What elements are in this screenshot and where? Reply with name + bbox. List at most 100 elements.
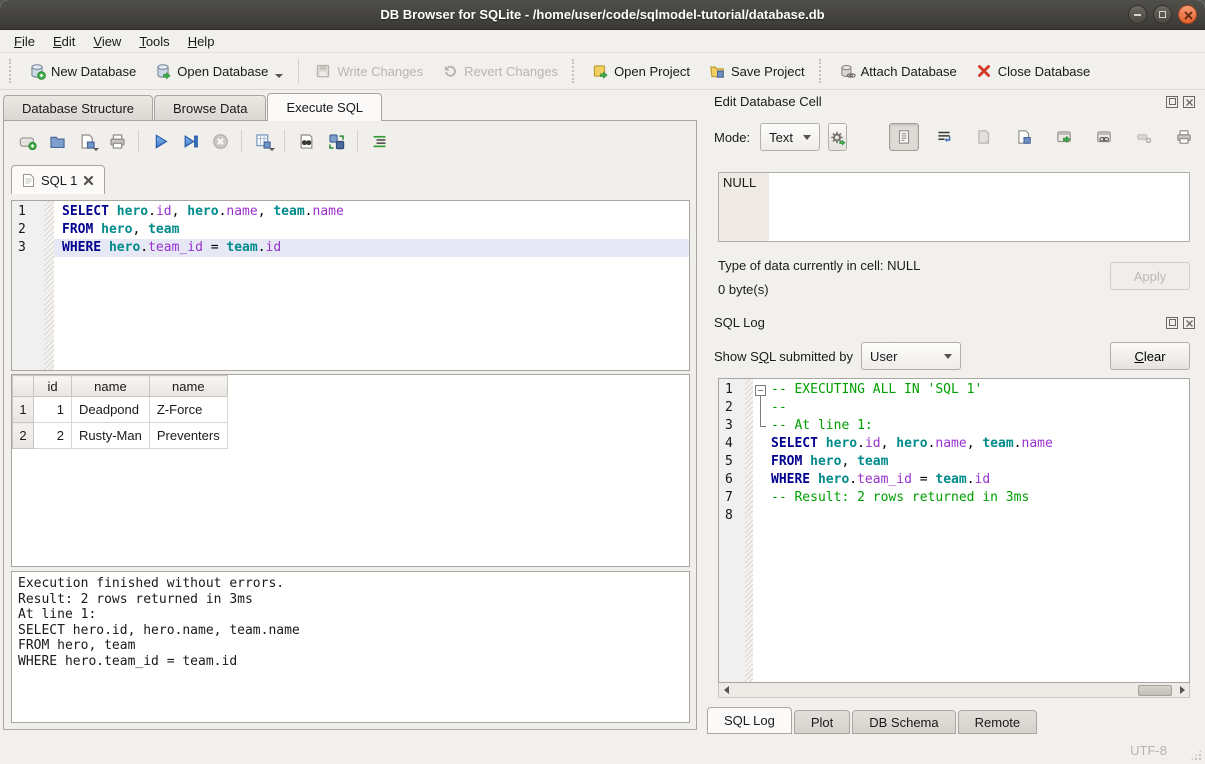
apply-button[interactable]: Apply [1110,262,1190,290]
execute-current-line-button[interactable] [177,129,203,153]
menu-tools[interactable]: Tools [131,32,177,51]
cell-editor[interactable]: NULL [718,172,1190,242]
copy-link-button[interactable] [1089,123,1119,151]
attach-database-label: Attach Database [861,64,957,79]
code-text: SELECT hero.id, hero.name, team.name [769,435,1189,453]
line-number: 1 [719,381,745,399]
write-changes-icon [314,62,332,80]
stop-sql-button[interactable] [207,129,233,153]
open-sql-tab-button[interactable] [14,129,40,153]
export-cell-data-button[interactable] [1009,123,1039,151]
scroll-right-arrow[interactable] [1175,684,1189,697]
scrollbar-thumb[interactable] [1138,685,1172,696]
open-sql-file-button[interactable] [44,129,70,153]
code-line: 1SELECT hero.id, hero.name, team.name [12,203,689,221]
tab-execute-sql[interactable]: Execute SQL [267,93,382,121]
float-dock-icon[interactable] [1166,96,1178,108]
execution-message[interactable]: Execution finished without errors. Resul… [11,571,690,723]
execute-sql-button[interactable] [147,129,173,153]
cell-team-name[interactable]: Preventers [149,423,227,449]
scroll-left-arrow[interactable] [719,684,733,697]
close-dock-icon[interactable] [1183,96,1195,108]
row-header[interactable]: 2 [13,423,34,449]
toolbar-separator [138,130,139,152]
auto-format-button[interactable] [366,129,392,153]
set-null-button[interactable] [1129,123,1159,151]
tab-database-structure[interactable]: Database Structure [3,95,153,121]
menu-help[interactable]: Help [180,32,223,51]
revert-changes-button[interactable]: Revert Changes [432,57,567,85]
attach-database-button[interactable]: Attach Database [829,57,966,85]
results-table[interactable]: id name name 1 1 Deadpond Z-Force 2 [12,375,228,449]
find-replace-button[interactable] [323,129,349,153]
main-tab-widget: Database Structure Browse Data Execute S… [3,93,697,731]
close-dock-icon[interactable] [1183,317,1195,329]
cell-hero-name[interactable]: Rusty-Man [72,423,150,449]
print-sql-button[interactable] [104,129,130,153]
cell-hero-name[interactable]: Deadpond [72,397,150,423]
toolbar-grip[interactable] [572,59,577,83]
resize-grip[interactable] [1190,749,1202,761]
menu-view[interactable]: View [85,32,129,51]
auto-switch-mode-button[interactable] [828,123,847,151]
log-filter-select[interactable]: User [861,342,961,370]
fold-marker [753,417,769,435]
maximize-button[interactable] [1153,5,1172,24]
code-text: SELECT hero.id, hero.name, team.name [54,203,689,221]
clear-button[interactable]: Clear [1110,342,1190,370]
margin-cell [745,399,753,417]
print-sql-icon [108,132,127,151]
bottom-tab-sql-log[interactable]: SQL Log [707,707,792,734]
titlebar[interactable]: DB Browser for SQLite - /home/user/code/… [0,0,1205,30]
mode-select[interactable]: Text [760,123,820,151]
mode-value: Text [769,130,793,145]
fold-marker[interactable] [753,381,769,399]
bottom-tab-plot[interactable]: Plot [794,710,850,734]
word-wrap-button[interactable] [929,123,959,151]
open-project-label: Open Project [614,64,690,79]
text-mode-button[interactable] [889,123,919,151]
save-project-button[interactable]: Save Project [699,57,814,85]
cell-team-name[interactable]: Z-Force [149,397,227,423]
window-title: DB Browser for SQLite - /home/user/code/… [0,0,1205,30]
open-in-external-app-button[interactable] [1049,123,1079,151]
bottom-tab-remote[interactable]: Remote [958,710,1038,734]
open-project-button[interactable]: Open Project [582,57,699,85]
menu-file[interactable]: File [6,32,43,51]
print-cell-button[interactable] [1169,123,1199,151]
log-horizontal-scrollbar[interactable] [718,683,1190,698]
save-sql-file-button[interactable] [74,129,100,153]
cell-id[interactable]: 1 [34,397,72,423]
write-changes-button[interactable]: Write Changes [305,57,432,85]
toolbar-grip[interactable] [819,59,824,83]
minimize-button[interactable] [1128,5,1147,24]
sql-editor[interactable]: 1SELECT hero.id, hero.name, team.name2FR… [11,200,690,371]
column-header-name2[interactable]: name [149,376,227,397]
column-header-id[interactable]: id [34,376,72,397]
column-header-name[interactable]: name [72,376,150,397]
sql-log-view[interactable]: 1-- EXECUTING ALL IN 'SQL 1'2--3-- At li… [718,378,1190,683]
float-dock-icon[interactable] [1166,317,1178,329]
tab-browse-data[interactable]: Browse Data [154,95,266,121]
menu-edit[interactable]: Edit [45,32,83,51]
find-button[interactable] [293,129,319,153]
sql-tab-label: SQL 1 [41,173,77,188]
close-button[interactable] [1178,5,1197,24]
find-icon [297,132,316,151]
close-database-button[interactable]: Close Database [966,57,1100,85]
cell-id[interactable]: 2 [34,423,72,449]
import-cell-data-button[interactable] [969,123,999,151]
toolbar-grip[interactable] [9,59,14,83]
corner-header[interactable] [13,376,34,397]
open-database-button[interactable]: Open Database [145,57,292,85]
save-results-button[interactable] [250,129,276,153]
margin-cell [44,203,54,221]
scrollbar-track[interactable] [733,684,1175,697]
sql-tab[interactable]: SQL 1 [11,165,105,194]
row-header[interactable]: 1 [13,397,34,423]
toolbar-separator [298,59,299,83]
new-database-button[interactable]: New Database [19,57,145,85]
save-results-menu-caret [269,148,275,151]
bottom-tab-db-schema[interactable]: DB Schema [852,710,955,734]
close-tab-icon[interactable] [83,175,94,186]
